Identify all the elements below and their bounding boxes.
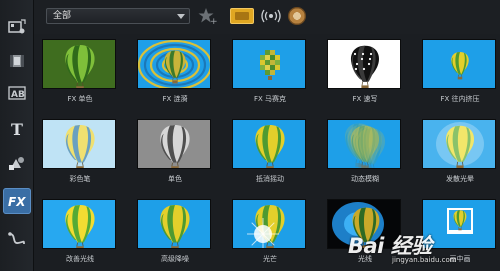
chevron-down-icon	[177, 14, 185, 19]
effect-preview-image	[422, 119, 496, 169]
effect-preview-image	[232, 199, 306, 249]
svg-text:T: T	[11, 120, 23, 138]
effect-thumbnail-item[interactable]: 单色	[131, 114, 219, 194]
watermark-url: jingyan.baidu.com	[392, 256, 457, 264]
watermark: Bai 经验 jingyan.baidu.com	[340, 228, 500, 271]
settings-gear-icon[interactable]	[288, 7, 306, 25]
effect-preview-image	[232, 39, 306, 89]
transition-ab-icon[interactable]: AB	[3, 80, 31, 106]
category-dropdown-value: 全部	[53, 11, 72, 21]
effect-thumbnail-item[interactable]: 抵消摇动	[226, 114, 314, 194]
show-video-folder-icon[interactable]	[230, 8, 254, 24]
effect-label: FX 速写	[352, 95, 378, 103]
effect-thumbnail-item[interactable]: FX 往内挤压	[416, 34, 500, 114]
add-favorite-star-icon[interactable]: +	[198, 6, 218, 26]
effect-preview-image	[232, 119, 306, 169]
effect-thumbnail-item[interactable]: FX 马赛克	[226, 34, 314, 114]
effect-label: 发散光晕	[446, 175, 474, 183]
effect-preview-image	[327, 39, 401, 89]
effect-preview-image	[42, 199, 116, 249]
effect-label: 改善光线	[66, 255, 94, 263]
effect-label: 动态模糊	[351, 175, 379, 183]
film-icon[interactable]	[3, 48, 31, 74]
fx-filter-icon[interactable]: FX	[3, 188, 31, 214]
svg-text:FX: FX	[8, 195, 26, 209]
top-toolbar: 全部 +	[34, 0, 500, 34]
effect-label: 抵消摇动	[256, 175, 284, 183]
left-toolbar: AB T FX	[0, 0, 34, 271]
effect-preview-image	[42, 39, 116, 89]
effect-thumbnail-item[interactable]: FX 涟漪	[131, 34, 219, 114]
effect-thumbnail-item[interactable]: FX 单色	[36, 34, 124, 114]
effect-preview-image	[137, 39, 211, 89]
effect-preview-image	[42, 119, 116, 169]
effect-label: 高级降噪	[161, 255, 189, 263]
effect-preview-image	[422, 39, 496, 89]
effect-thumbnail-item[interactable]: 改善光线	[36, 194, 124, 271]
effect-thumbnail-item[interactable]: FX 速写	[321, 34, 409, 114]
effect-thumbnail-item[interactable]: 动态模糊	[321, 114, 409, 194]
effect-preview-image	[137, 199, 211, 249]
effects-library-window: AB T FX 全部 + FX 单色 FX 涟漪 FX 马赛克 FX 速写 FX 往内挤…	[0, 0, 500, 271]
media-icon[interactable]	[3, 14, 31, 40]
effect-label: FX 往内挤压	[440, 95, 480, 103]
effect-label: FX 单色	[67, 95, 93, 103]
category-dropdown[interactable]: 全部	[46, 8, 190, 24]
effect-thumbnail-item[interactable]: 高级降噪	[131, 194, 219, 271]
effect-preview-image	[137, 119, 211, 169]
effect-thumbnail-item[interactable]: 发散光晕	[416, 114, 500, 194]
svg-text:AB: AB	[11, 90, 25, 100]
effect-thumbnail-item[interactable]: 彩色笔	[36, 114, 124, 194]
audio-wave-icon[interactable]	[260, 6, 282, 26]
effect-preview-image	[327, 119, 401, 169]
graphics-icon[interactable]	[3, 150, 31, 176]
effect-label: FX 马赛克	[253, 95, 287, 103]
effect-label: FX 涟漪	[162, 95, 188, 103]
effect-label: 光芒	[263, 255, 277, 263]
effect-label: 单色	[168, 175, 182, 183]
svg-text:+: +	[210, 17, 218, 25]
path-motion-icon[interactable]	[3, 226, 31, 252]
effect-thumbnail-item[interactable]: 光芒	[226, 194, 314, 271]
effect-label: 彩色笔	[69, 175, 91, 183]
title-text-icon[interactable]: T	[3, 116, 31, 142]
